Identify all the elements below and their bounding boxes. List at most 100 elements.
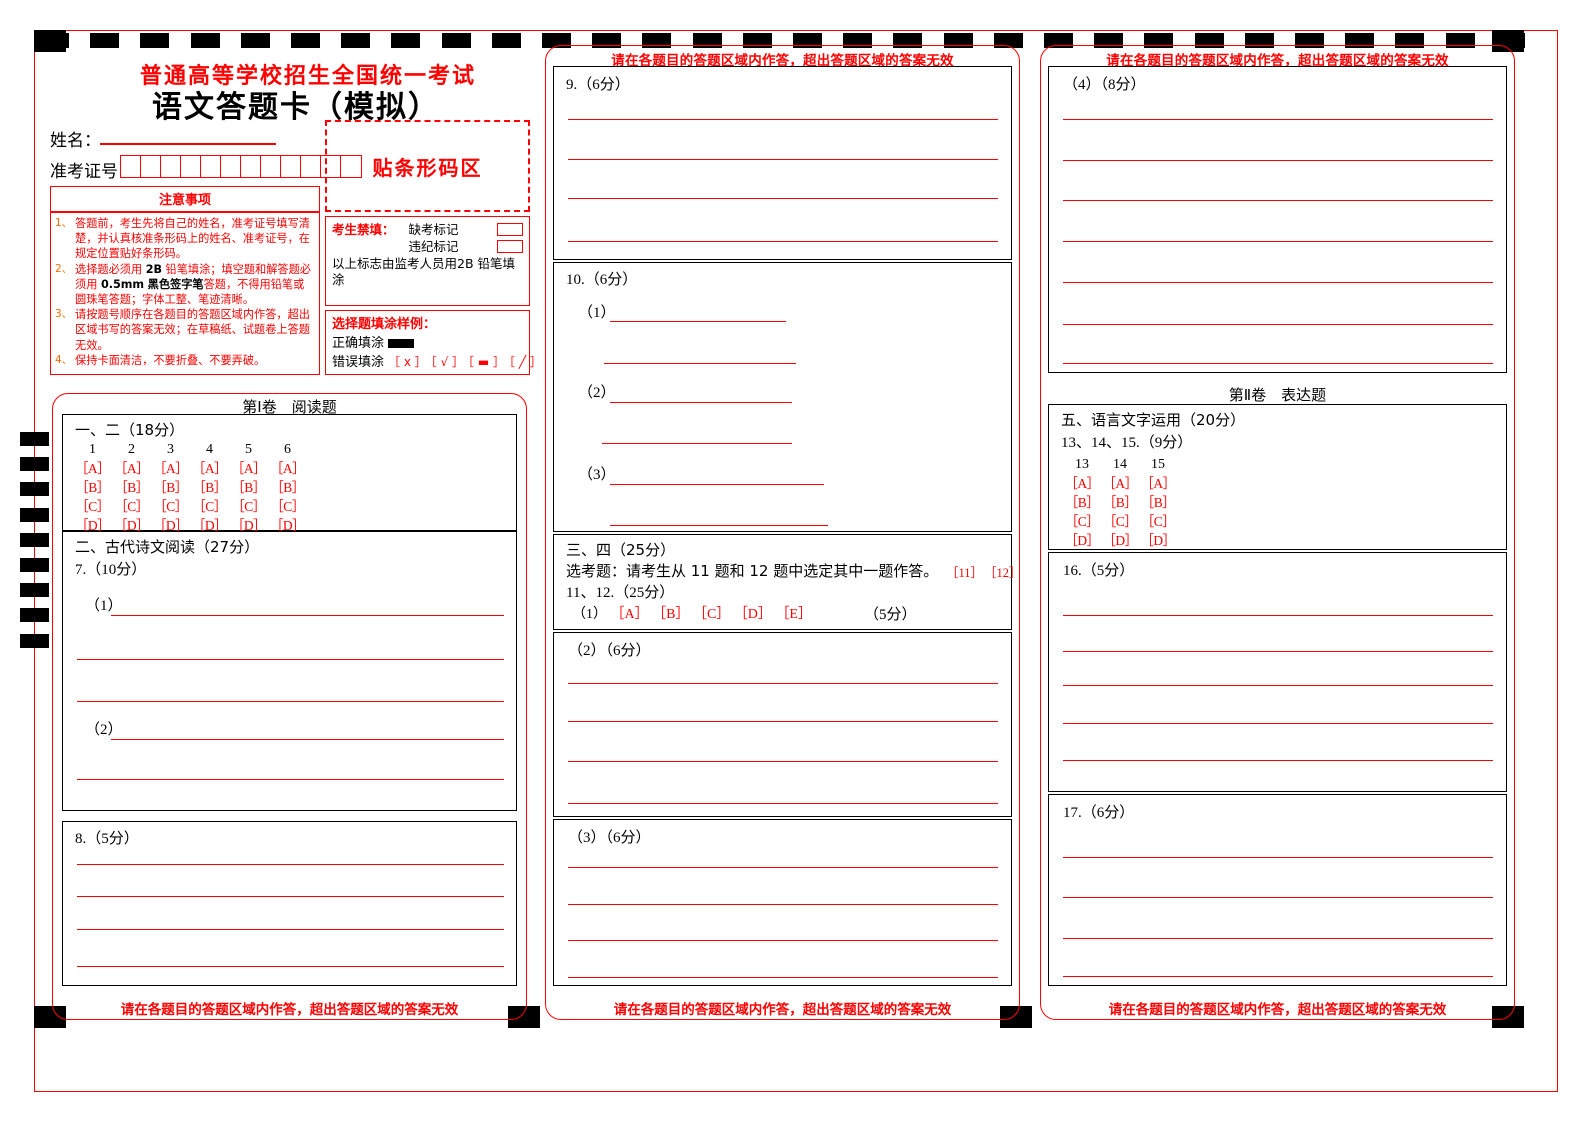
q16-rule[interactable] [1063, 615, 1493, 616]
sub2-rule[interactable] [568, 683, 998, 684]
mc-bubble[interactable]: ［A］ [268, 459, 307, 478]
sub2-rule[interactable] [568, 721, 998, 722]
mc-bubble[interactable]: ［B］ [1101, 493, 1139, 512]
mc-grid-13-15[interactable]: 13 14 15 ［A］ ［A］ ［A］ ［B］ ［B］ ［B］ ［C］ ［C］ ［C］ ［D］ ［D］ ［… [1063, 455, 1177, 550]
mc-bubble[interactable]: ［B］ [190, 478, 229, 497]
admission-digit-cell[interactable] [221, 156, 241, 177]
sub2-rule[interactable] [568, 761, 998, 762]
optional-tag-11[interactable]: ［11］ [946, 562, 983, 581]
mc-bubble[interactable]: ［A］ [1063, 474, 1101, 493]
sub4-rule[interactable] [1063, 363, 1493, 364]
mc-bubble[interactable]: ［A］ [1101, 474, 1139, 493]
sub4-rule[interactable] [1063, 119, 1493, 120]
q10-rule[interactable] [604, 363, 796, 364]
admission-digit-cell[interactable] [121, 156, 141, 177]
q10-rule[interactable] [610, 321, 786, 322]
mc-bubble[interactable]: ［B］ [112, 478, 151, 497]
sub3-rule[interactable] [568, 904, 998, 905]
admission-digit-cell[interactable] [161, 156, 181, 177]
mc-bubble[interactable]: ［D］ [1063, 531, 1101, 550]
mc-bubble[interactable]: ［A］ [151, 459, 190, 478]
mc-bubble[interactable]: ［C］ [1063, 512, 1101, 531]
mc-bubble[interactable]: ［B］ [268, 478, 307, 497]
q9-rule[interactable] [568, 241, 998, 242]
sub2-rule[interactable] [568, 803, 998, 804]
q17-rule[interactable] [1063, 938, 1493, 939]
optional-bubble[interactable]: ［C］ [693, 607, 734, 622]
notes-title: 注意事项 [51, 187, 319, 213]
mc-bubble[interactable]: ［C］ [112, 497, 151, 516]
q7-rule[interactable] [77, 701, 504, 702]
admission-digit-cell[interactable] [241, 156, 261, 177]
q17-rule[interactable] [1063, 976, 1493, 977]
optional-bubble[interactable]: ［A］ [607, 607, 652, 622]
q7-rule[interactable] [77, 779, 504, 780]
optional-bubble[interactable]: ［B］ [652, 607, 693, 622]
sub4-rule[interactable] [1063, 324, 1493, 325]
q16-rule[interactable] [1063, 760, 1493, 761]
mc-bubble[interactable]: ［B］ [229, 478, 268, 497]
mc-bubble[interactable]: ［B］ [151, 478, 190, 497]
mc-grid-1-6[interactable]: 1 2 3 4 5 6 ［A］ ［A］ ［A］ ［A］ ［A］ ［A］ ［B］ ［B］ ［B］ ［B］ ［B］ ［… [73, 440, 307, 535]
admission-digit-cell[interactable] [301, 156, 321, 177]
mc-bubble[interactable]: ［A］ [112, 459, 151, 478]
q8-rule[interactable] [77, 864, 504, 865]
sub4-rule[interactable] [1063, 282, 1493, 283]
q7-rule[interactable] [111, 615, 504, 616]
mc-bubble[interactable]: ［C］ [1101, 512, 1139, 531]
q10-rule[interactable] [610, 525, 828, 526]
admission-digit-cell[interactable] [201, 156, 221, 177]
violation-mark-bubble[interactable] [497, 240, 523, 253]
sub3-rule[interactable] [568, 977, 998, 978]
sub3-rule[interactable] [568, 940, 998, 941]
q9-rule[interactable] [568, 198, 998, 199]
absent-mark-bubble[interactable] [497, 223, 523, 236]
mc-bubble[interactable]: ［A］ [229, 459, 268, 478]
mc-bubble[interactable]: ［A］ [73, 459, 112, 478]
q17-rule[interactable] [1063, 897, 1493, 898]
q16-rule[interactable] [1063, 651, 1493, 652]
mc-bubble[interactable]: ［D］ [1139, 531, 1177, 550]
mc-bubble[interactable]: ［A］ [1139, 474, 1177, 493]
q10-rule[interactable] [610, 402, 792, 403]
mc-bubble[interactable]: ［C］ [151, 497, 190, 516]
sub3-rule[interactable] [568, 867, 998, 868]
timing-mark [20, 457, 49, 472]
q9-rule[interactable] [568, 159, 998, 160]
admission-digit-cell[interactable] [141, 156, 161, 177]
mc-bubble[interactable]: ［B］ [73, 478, 112, 497]
sub4-rule[interactable] [1063, 160, 1493, 161]
q17-rule[interactable] [1063, 857, 1493, 858]
mc-bubble[interactable]: ［D］ [1101, 531, 1139, 550]
mc-bubble[interactable]: ［C］ [190, 497, 229, 516]
q10-rule[interactable] [602, 443, 792, 444]
mc-bubble[interactable]: ［C］ [268, 497, 307, 516]
optional-bubble[interactable]: ［D］ [734, 607, 776, 622]
q7-rule[interactable] [111, 739, 504, 740]
admission-digit-cell[interactable] [181, 156, 201, 177]
sub4-rule[interactable] [1063, 200, 1493, 201]
q7-rule[interactable] [77, 659, 504, 660]
q16-rule[interactable] [1063, 685, 1493, 686]
optional-tag-12[interactable]: ［12］ [984, 562, 1022, 581]
q16-rule[interactable] [1063, 723, 1493, 724]
mc-bubble[interactable]: ［C］ [73, 497, 112, 516]
admission-digit-cell[interactable] [261, 156, 281, 177]
optional-bubble[interactable]: ［E］ [775, 607, 812, 622]
q8-rule[interactable] [77, 929, 504, 930]
optional-sub1-row[interactable]: （1） ［A］ ［B］ ［C］ ［D］ ［E］ [572, 603, 812, 623]
name-input-line[interactable] [100, 143, 276, 145]
sub4-rule[interactable] [1063, 241, 1493, 242]
mc-bubble[interactable]: ［C］ [229, 497, 268, 516]
q8-rule[interactable] [77, 966, 504, 967]
mc-bubble[interactable]: ［B］ [1063, 493, 1101, 512]
q10-rule[interactable] [610, 484, 824, 485]
admission-digit-cell[interactable] [281, 156, 301, 177]
mc-bubble[interactable]: ［A］ [190, 459, 229, 478]
q9-rule[interactable] [568, 119, 998, 120]
optional-sub1-options[interactable]: ［A］ ［B］ ［C］ ［D］ ［E］ [607, 607, 813, 622]
barcode-paste-area[interactable]: 贴条形码区 [325, 120, 530, 212]
mc-bubble[interactable]: ［B］ [1139, 493, 1177, 512]
mc-bubble[interactable]: ［C］ [1139, 512, 1177, 531]
q8-rule[interactable] [77, 896, 504, 897]
